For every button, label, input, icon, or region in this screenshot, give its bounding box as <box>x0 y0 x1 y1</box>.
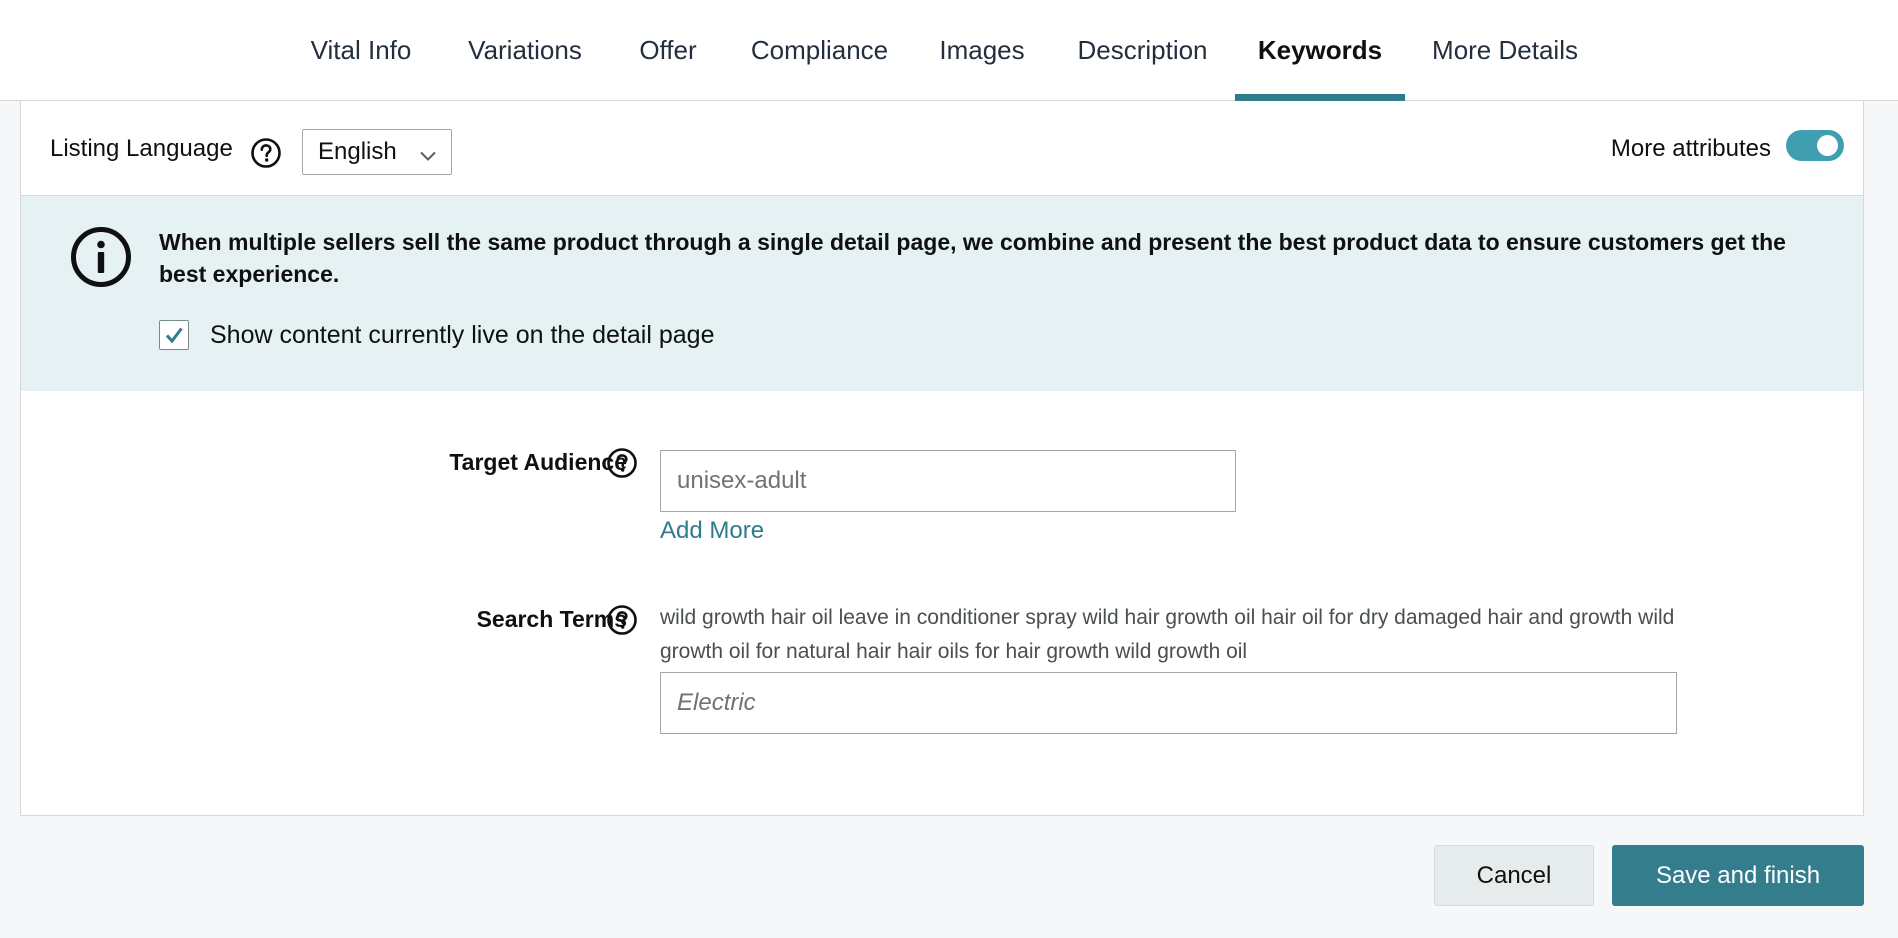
tab-more-details[interactable]: More Details <box>1431 0 1579 101</box>
search-terms-label: Search Terms <box>476 606 627 632</box>
listing-language-label: Listing Language <box>50 135 233 162</box>
info-banner: When multiple sellers sell the same prod… <box>21 196 1863 391</box>
show-live-content-checkbox[interactable] <box>159 320 189 350</box>
tab-vital-info[interactable]: Vital Info <box>307 0 415 101</box>
target-audience-label: Target Audience <box>449 449 627 475</box>
keywords-card: Listing Language English More attributes… <box>20 101 1864 816</box>
tab-bar: Vital Info Variations Offer Compliance I… <box>0 0 1898 101</box>
show-live-content-label: Show content currently live on the detai… <box>210 321 715 349</box>
save-and-finish-button[interactable]: Save and finish <box>1612 845 1864 906</box>
tab-description[interactable]: Description <box>1076 0 1209 101</box>
chevron-down-icon <box>419 144 437 162</box>
listing-language-select[interactable]: English <box>302 129 452 175</box>
question-circle-icon[interactable] <box>606 447 638 479</box>
cancel-button[interactable]: Cancel <box>1434 845 1594 906</box>
tab-keywords[interactable]: Keywords <box>1235 0 1405 101</box>
toggle-knob <box>1817 135 1838 156</box>
question-circle-icon[interactable] <box>606 604 638 636</box>
listing-language-row: Listing Language English More attributes <box>21 101 1863 196</box>
tab-variations[interactable]: Variations <box>467 0 583 101</box>
add-more-link[interactable]: Add More <box>660 517 764 545</box>
more-attributes-label: More attributes <box>1610 135 1771 162</box>
info-circle-icon <box>70 226 132 288</box>
checkmark-icon <box>165 327 183 344</box>
tab-images[interactable]: Images <box>939 0 1024 101</box>
search-terms-live-content: wild growth hair oil leave in conditione… <box>660 606 1675 663</box>
search-terms-input[interactable] <box>660 672 1677 734</box>
tab-compliance[interactable]: Compliance <box>751 0 888 101</box>
more-attributes-toggle[interactable] <box>1786 130 1844 161</box>
target-audience-input[interactable] <box>660 450 1236 512</box>
tab-offer[interactable]: Offer <box>636 0 700 101</box>
question-circle-icon[interactable] <box>250 137 282 169</box>
listing-language-value: English <box>318 138 397 165</box>
banner-message: When multiple sellers sell the same prod… <box>159 229 1786 287</box>
